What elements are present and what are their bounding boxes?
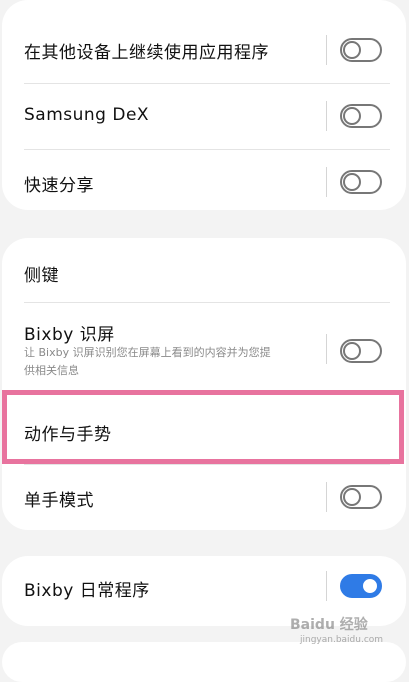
setting-row-quick-share[interactable]: 快速分享 — [2, 152, 406, 210]
setting-label: Bixby 识屏 — [24, 325, 115, 345]
samsung-dex-toggle[interactable] — [340, 104, 382, 128]
settings-card-next — [2, 642, 406, 682]
setting-label: Bixby 日常程序 — [24, 581, 150, 601]
setting-label: 单手模式 — [24, 491, 94, 511]
bixby-screen-toggle[interactable] — [340, 339, 382, 363]
toggle-knob — [343, 173, 361, 191]
setting-row-bixby-screen[interactable]: Bixby 识屏 让 Bixby 识屏识别您在屏幕上看到的内容并为您提 供相关信… — [2, 304, 406, 388]
setting-label: 快速分享 — [24, 176, 94, 196]
setting-row-samsung-dex[interactable]: Samsung DeX — [2, 86, 406, 146]
setting-label: 侧键 — [24, 266, 59, 286]
row-divider — [326, 167, 327, 197]
quick-share-toggle[interactable] — [340, 170, 382, 194]
baidu-watermark: Baidu 经验 — [290, 617, 368, 633]
separator — [24, 464, 390, 465]
settings-card-middle: 侧键 Bixby 识屏 让 Bixby 识屏识别您在屏幕上看到的内容并为您提 供… — [2, 238, 406, 530]
row-divider — [326, 482, 327, 512]
setting-label: Samsung DeX — [24, 105, 150, 125]
bixby-routines-toggle[interactable] — [340, 574, 382, 598]
description-line: 供相关信息 — [24, 364, 79, 377]
continue-apps-toggle[interactable] — [340, 38, 382, 62]
toggle-knob — [343, 342, 361, 360]
settings-card-top: 在其他设备上继续使用应用程序 Samsung DeX 快速分享 — [2, 0, 406, 210]
row-divider — [326, 101, 327, 131]
toggle-knob — [361, 577, 379, 595]
row-divider — [326, 334, 327, 364]
description-line: 让 Bixby 识屏识别您在屏幕上看到的内容并为您提 — [24, 346, 271, 359]
toggle-knob — [343, 41, 361, 59]
toggle-knob — [343, 488, 361, 506]
setting-row-one-hand-mode[interactable]: 单手模式 — [2, 466, 406, 530]
row-divider — [326, 35, 327, 65]
baidu-watermark-url: jingyan.baidu.com — [300, 635, 384, 645]
setting-row-side-key[interactable]: 侧键 — [2, 238, 406, 302]
row-divider — [326, 571, 327, 601]
highlight-box — [2, 390, 404, 464]
setting-row-continue-apps[interactable]: 在其他设备上继续使用应用程序 — [2, 20, 406, 80]
setting-description: 让 Bixby 识屏识别您在屏幕上看到的内容并为您提 供相关信息 — [24, 344, 324, 380]
toggle-knob — [343, 107, 361, 125]
separator — [24, 302, 390, 303]
setting-label: 在其他设备上继续使用应用程序 — [24, 43, 269, 63]
one-hand-toggle[interactable] — [340, 485, 382, 509]
separator — [24, 83, 390, 84]
separator — [24, 149, 390, 150]
